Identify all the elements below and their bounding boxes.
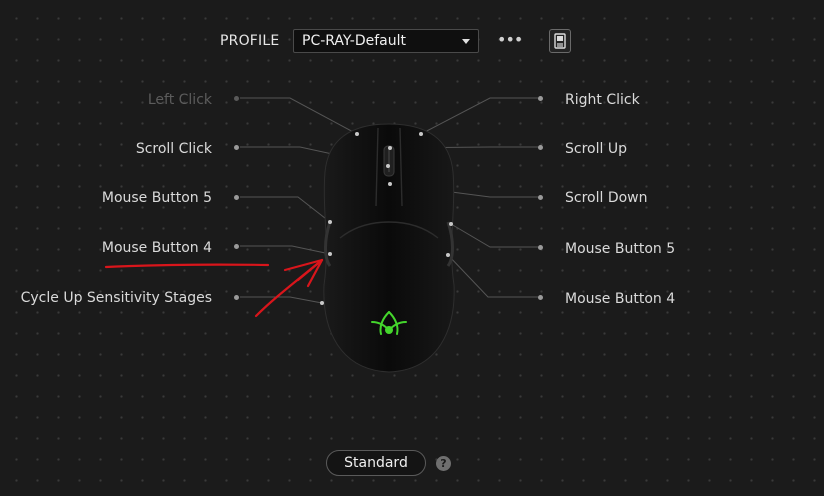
connector-right-click <box>420 97 538 135</box>
button-cycle-sensitivity-dot <box>234 295 239 300</box>
button-scroll-down-label[interactable]: Scroll Down <box>565 189 648 207</box>
button-mouse-button-4-right-label[interactable]: Mouse Button 4 <box>565 290 675 308</box>
annotation-underline <box>104 263 270 269</box>
button-scroll-click-dot <box>234 145 239 150</box>
help-icon[interactable]: ? <box>436 456 451 471</box>
button-scroll-up-label[interactable]: Scroll Up <box>565 140 627 158</box>
button-scroll-down-dot <box>538 195 543 200</box>
mouse-image <box>323 123 455 373</box>
connector-mouse-button-4-right <box>447 254 538 298</box>
button-mouse-button-5-left-label[interactable]: Mouse Button 5 <box>102 189 212 207</box>
button-right-click-dot <box>538 96 543 101</box>
button-mouse-button-4-right-dot <box>538 295 543 300</box>
button-scroll-click-label[interactable]: Scroll Click <box>136 140 212 158</box>
connector-left-click <box>240 97 358 135</box>
button-mouse-button-5-left-dot <box>234 195 239 200</box>
button-mouse-button-5-right-dot <box>538 245 543 250</box>
button-mouse-button-4-left-dot <box>234 244 239 249</box>
connector-mouse-button-4-left <box>240 245 331 255</box>
button-mouse-button-5-right-label[interactable]: Mouse Button 5 <box>565 240 675 258</box>
button-left-click-label[interactable]: Left Click <box>148 91 212 109</box>
button-mouse-button-4-left-label[interactable]: Mouse Button 4 <box>102 239 212 257</box>
connector-cycle-sensitivity <box>240 296 323 304</box>
button-left-click-dot <box>234 96 239 101</box>
button-right-click-label[interactable]: Right Click <box>565 91 640 109</box>
connector-mouse-button-5-left <box>240 196 331 223</box>
view-mode-button[interactable]: Standard <box>326 450 426 476</box>
button-scroll-up-dot <box>538 145 543 150</box>
annotation-arrow <box>254 258 324 318</box>
connector-mouse-button-5-right <box>450 223 538 248</box>
button-cycle-sensitivity-label[interactable]: Cycle Up Sensitivity Stages <box>21 289 212 307</box>
